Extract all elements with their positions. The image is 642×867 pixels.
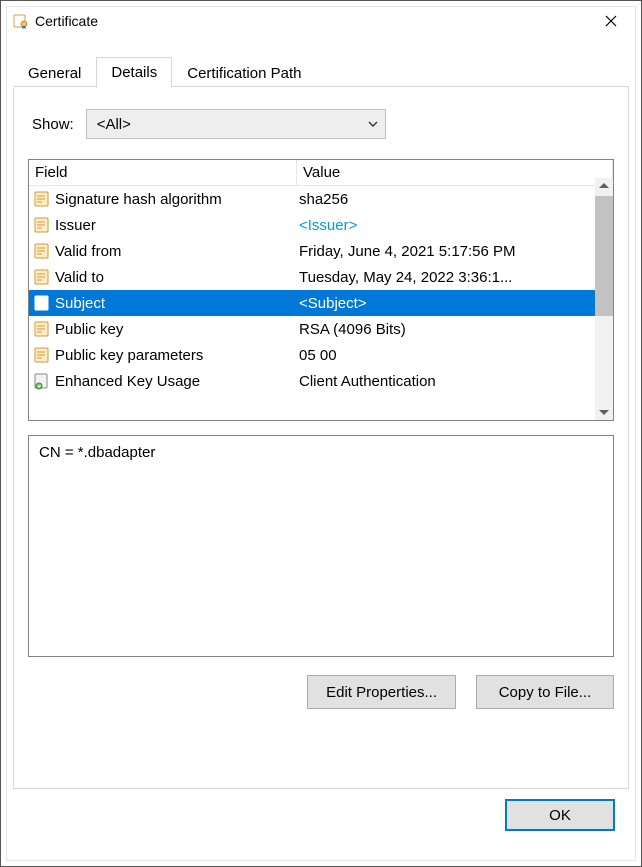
field-name: Valid to: [55, 269, 104, 286]
table-row[interactable]: Issuer <Issuer>: [29, 212, 613, 238]
scroll-up-icon[interactable]: [599, 183, 609, 188]
table-row[interactable]: Valid to Tuesday, May 24, 2022 3:36:1...: [29, 264, 613, 290]
table-row[interactable]: Signature hash algorithm sha256: [29, 186, 613, 212]
tab-certification-path[interactable]: Certification Path: [172, 58, 316, 88]
show-filter-value: <All>: [97, 116, 361, 133]
certificate-icon: [13, 13, 29, 29]
scroll-down-icon[interactable]: [599, 410, 609, 415]
detail-value-text: CN = *.dbadapter: [39, 444, 155, 461]
field-name: Public key parameters: [55, 347, 203, 364]
field-icon: [33, 294, 51, 312]
window-title: Certificate: [35, 13, 98, 29]
show-label: Show:: [32, 116, 74, 133]
column-header-value[interactable]: Value: [297, 160, 613, 186]
tab-strip: General Details Certification Path: [13, 55, 629, 87]
field-value: Client Authentication: [297, 373, 613, 390]
table-row[interactable]: Subject <Subject>: [29, 290, 613, 316]
scrollbar-thumb[interactable]: [595, 196, 613, 316]
extension-icon: [33, 372, 51, 390]
field-name: Subject: [55, 295, 105, 312]
field-icon: [33, 268, 51, 286]
field-value: Tuesday, May 24, 2022 3:36:1...: [297, 269, 613, 286]
field-value: <Subject>: [297, 295, 613, 312]
chevron-down-icon: [361, 121, 385, 127]
table-row[interactable]: Public key parameters 05 00: [29, 342, 613, 368]
field-name: Public key: [55, 321, 123, 338]
field-name: Enhanced Key Usage: [55, 373, 200, 390]
field-icon: [33, 320, 51, 338]
field-value: <Issuer>: [297, 217, 613, 234]
ok-button[interactable]: OK: [505, 799, 615, 831]
tab-general[interactable]: General: [13, 58, 96, 88]
copy-to-file-button[interactable]: Copy to File...: [476, 675, 614, 709]
tab-details[interactable]: Details: [96, 57, 172, 88]
field-value: sha256: [297, 191, 613, 208]
details-panel: Show: <All> Field Value Signature hash a…: [13, 87, 629, 789]
field-icon: [33, 346, 51, 364]
field-icon: [33, 242, 51, 260]
field-name: Valid from: [55, 243, 121, 260]
titlebar: Certificate: [1, 1, 641, 41]
table-row[interactable]: Public key RSA (4096 Bits): [29, 316, 613, 342]
detail-value-box[interactable]: CN = *.dbadapter: [28, 435, 614, 657]
field-value: RSA (4096 Bits): [297, 321, 613, 338]
table-row[interactable]: Enhanced Key Usage Client Authentication: [29, 368, 613, 394]
column-header-field[interactable]: Field: [29, 160, 297, 186]
field-name: Issuer: [55, 217, 96, 234]
field-icon: [33, 190, 51, 208]
show-filter-dropdown[interactable]: <All>: [86, 109, 386, 139]
field-name: Signature hash algorithm: [55, 191, 222, 208]
field-value: 05 00: [297, 347, 613, 364]
table-row[interactable]: Valid from Friday, June 4, 2021 5:17:56 P…: [29, 238, 613, 264]
close-button[interactable]: [589, 6, 633, 36]
field-list[interactable]: Field Value Signature hash algorithm sha2…: [28, 159, 614, 421]
field-icon: [33, 216, 51, 234]
edit-properties-button[interactable]: Edit Properties...: [307, 675, 456, 709]
field-value: Friday, June 4, 2021 5:17:56 PM: [297, 243, 613, 260]
